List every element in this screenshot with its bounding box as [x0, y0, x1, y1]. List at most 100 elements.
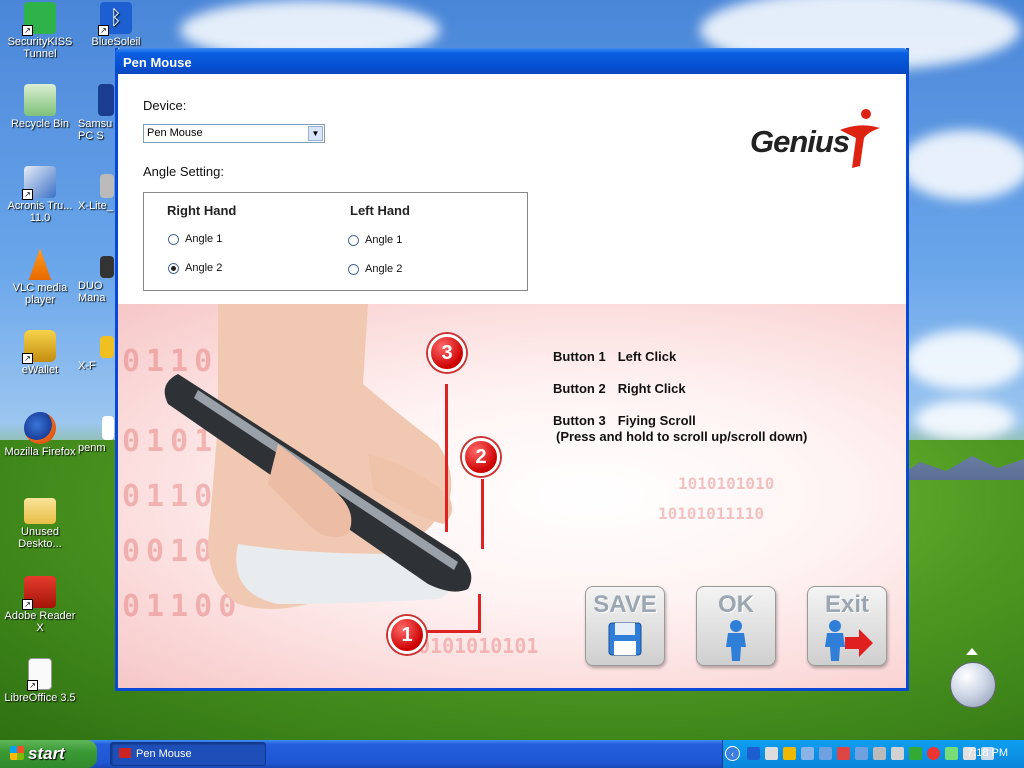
desktop-icon-label: VLC media player — [12, 282, 68, 306]
network-tray-icon[interactable] — [801, 747, 814, 760]
radio-circle — [348, 234, 359, 246]
ok-button[interactable]: OK — [696, 586, 776, 666]
start-button[interactable]: start — [0, 740, 97, 768]
sky-cloud — [905, 330, 1024, 390]
desktop-icon-securitykiss[interactable]: ↗ SecurityKISS Tunnel — [0, 2, 80, 60]
radio-circle — [168, 233, 179, 245]
ewallet-icon: ↗ — [22, 330, 56, 364]
button-info-name: Button 2 — [553, 381, 606, 396]
save-button-label: SAVE — [593, 591, 657, 618]
desktop-icon-label: X-Lite_ — [78, 200, 113, 212]
callout-3-line — [445, 384, 448, 532]
network-tray-icon[interactable] — [855, 747, 868, 760]
button-1-info: Button 1 Left Click — [553, 349, 676, 364]
firefox-icon — [24, 412, 56, 444]
desktop-icon-label: Recycle Bin — [10, 118, 70, 130]
window-titlebar[interactable]: Pen Mouse — [115, 48, 909, 74]
libreoffice-icon: ↗ — [27, 658, 52, 691]
desktop-icon-penm[interactable]: penm — [78, 416, 118, 454]
desktop-icon-recycle-bin[interactable]: Recycle Bin — [0, 84, 80, 130]
left-hand-label: Left Hand — [350, 203, 410, 218]
desktop-icon-label: Samsu PC S — [78, 118, 113, 142]
x-lite-icon — [100, 174, 114, 198]
button-3-info: Button 3 Fiying Scroll — [553, 413, 696, 428]
ok-button-label: OK — [718, 591, 754, 618]
windows-logo-icon — [10, 746, 24, 760]
sidebar-gadget-icon[interactable] — [950, 662, 996, 708]
device-select[interactable]: Pen Mouse ▼ — [143, 124, 325, 143]
desktop-icon-libreoffice[interactable]: ↗ LibreOffice 3.5 — [0, 658, 80, 704]
desktop-icon-firefox[interactable]: Mozilla Firefox — [0, 412, 80, 458]
taskbar-clock[interactable]: 7:18 PM — [967, 747, 1008, 759]
desktop-icon-samsung[interactable]: Samsu PC S — [78, 84, 118, 142]
sky-cloud — [915, 400, 1015, 440]
device-tray-icon[interactable] — [891, 747, 904, 760]
button-info-action: Left Click — [617, 349, 677, 364]
desktop-icon-unused-desktop[interactable]: Unused Deskto... — [0, 494, 80, 550]
exit-person-arrow-icon — [825, 620, 873, 661]
start-label: start — [28, 744, 65, 763]
desktop-icon-label: DUO Mana — [78, 280, 106, 304]
adobe-reader-icon: ↗ — [22, 576, 56, 610]
save-button[interactable]: SAVE — [585, 586, 665, 666]
app-tray-icon[interactable] — [945, 747, 958, 760]
taskbar: start Pen Mouse ‹ 7:18 PM — [0, 740, 1024, 768]
security-shield-icon[interactable] — [783, 747, 796, 760]
check-tray-icon[interactable] — [909, 747, 922, 760]
chevron-down-icon[interactable]: ▼ — [308, 126, 323, 141]
button-info-name: Button 3 — [553, 413, 606, 428]
pen-mouse-illustration: 0110 0101 0110 0010 01100 1010101010 101… — [118, 304, 906, 688]
search-icon[interactable] — [873, 747, 886, 760]
desktop-icon-label: LibreOffice 3.5 — [4, 692, 76, 704]
pen-mouse-window: Pen Mouse Device: Pen Mouse ▼ Angle Sett… — [115, 48, 909, 691]
exit-button[interactable]: Exit — [807, 586, 887, 666]
binary-decoration: 10101011110 — [658, 504, 764, 523]
genius-logo: Genius — [750, 109, 890, 168]
callout-1-line — [478, 594, 481, 632]
sky-cloud — [900, 130, 1024, 200]
bluetooth-icon: ᛒ ↗ — [98, 2, 132, 36]
window-title: Pen Mouse — [123, 55, 192, 70]
network-tray-icon[interactable] — [819, 747, 832, 760]
right-hand-angle-1-radio[interactable]: Angle 1 — [168, 233, 222, 245]
device-select-value: Pen Mouse — [147, 127, 203, 139]
person-icon — [726, 620, 746, 661]
system-tray: ‹ 7:18 PM — [722, 740, 1024, 768]
gadget-arrow-icon[interactable] — [966, 648, 978, 655]
bluetooth-tray-icon[interactable] — [747, 747, 760, 760]
button-info-action: Right Click — [617, 381, 686, 396]
tray-expand-icon[interactable]: ‹ — [725, 746, 740, 761]
right-hand-angle-2-radio[interactable]: Angle 2 — [168, 262, 222, 274]
desktop-icon-adobe-reader[interactable]: ↗ Adobe Reader X — [0, 576, 80, 634]
radio-label: Angle 1 — [185, 233, 223, 245]
button-2-info: Button 2 Right Click — [553, 381, 686, 396]
radio-circle — [348, 263, 359, 275]
callout-2-line — [481, 479, 484, 549]
desktop-icon-acronis[interactable]: ↗ Acronis Tru... 11.0 — [0, 166, 80, 224]
taskbar-item-label: Pen Mouse — [136, 748, 192, 760]
folder-icon — [24, 498, 56, 524]
desktop-icon-vlc[interactable]: VLC media player — [0, 248, 80, 306]
desktop-icon-label: penm — [78, 442, 106, 454]
radio-label: Angle 2 — [365, 263, 403, 275]
left-hand-angle-1-radio[interactable]: Angle 1 — [348, 234, 402, 246]
desktop-icon-x-lite[interactable]: X-Lite_ — [78, 174, 118, 212]
radio-label: Angle 1 — [365, 234, 403, 246]
pen-mouse-app-icon — [119, 748, 131, 758]
desktop-icon-bluesoleil[interactable]: ᛒ ↗ BlueSoleil — [78, 2, 154, 48]
acronis-icon: ↗ — [22, 166, 56, 200]
floppy-disk-icon — [608, 622, 642, 656]
alert-tray-icon[interactable] — [927, 747, 940, 760]
desktop-icon-x-f[interactable]: X-F — [78, 336, 118, 372]
left-hand-angle-2-radio[interactable]: Angle 2 — [348, 263, 402, 275]
window-client: Device: Pen Mouse ▼ Angle Setting: Right… — [118, 74, 906, 688]
desktop-icon-label: Mozilla Firefox — [4, 446, 76, 458]
network-alert-icon[interactable] — [837, 747, 850, 760]
taskbar-item-pen-mouse[interactable]: Pen Mouse — [110, 742, 266, 766]
desktop-icon-label: Unused Deskto... — [18, 526, 62, 550]
callout-3-badge: 3 — [428, 334, 466, 372]
desktop-icon-duo[interactable]: DUO Mana — [78, 256, 118, 304]
sound-tray-icon[interactable] — [765, 747, 778, 760]
desktop-icon-ewallet[interactable]: ↗ eWallet — [0, 330, 80, 376]
callout-1-line — [425, 630, 481, 633]
